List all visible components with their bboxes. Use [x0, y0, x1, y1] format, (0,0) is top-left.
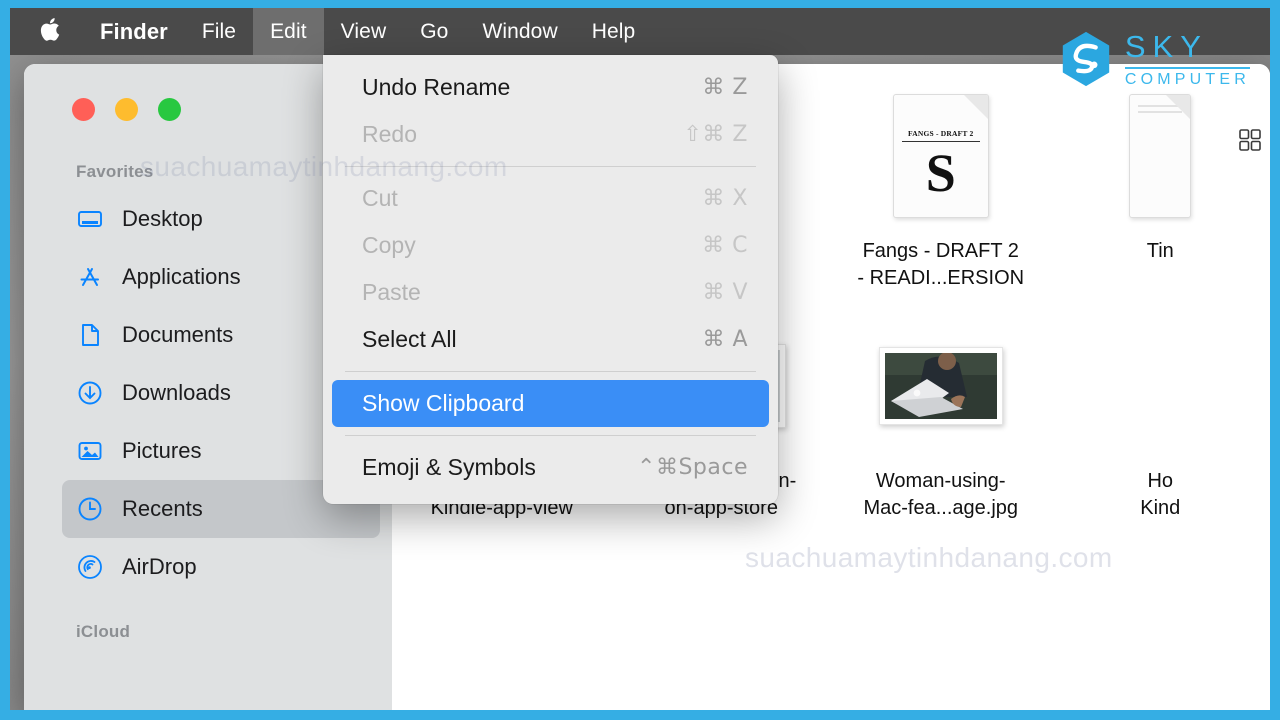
sidebar-item-airdrop[interactable]: AirDrop — [62, 538, 380, 596]
menu-item-label: Redo — [362, 121, 417, 147]
document-icon-fangs: FANGS - DRAFT 2 S — [891, 90, 991, 222]
applications-icon — [76, 263, 104, 291]
photo-partial — [1110, 320, 1210, 452]
menu-item-undo-rename[interactable]: Undo Rename ⌘ Z — [332, 64, 769, 111]
file-label-line1: Tin — [1146, 240, 1174, 262]
file-item[interactable]: FANGS - DRAFT 2 S Fangs - DRAFT 2 - READ… — [831, 76, 1051, 306]
menu-item-label: Copy — [362, 232, 416, 258]
file-item[interactable]: Ho Kind — [1051, 306, 1271, 536]
menubar-item-window[interactable]: Window — [465, 8, 574, 55]
menu-item-label: Paste — [362, 279, 421, 305]
menubar-item-view[interactable]: View — [324, 8, 404, 55]
menu-separator — [345, 166, 756, 167]
menubar-item-edit[interactable]: Edit — [253, 8, 324, 55]
grid-view-icon[interactable] — [1236, 126, 1264, 154]
menu-item-shortcut: ⌃⌘Space — [637, 455, 748, 480]
menubar-item-go[interactable]: Go — [403, 8, 465, 55]
menu-item-shortcut: ⌘ C — [702, 233, 748, 258]
menu-item-shortcut: ⌘ X — [702, 186, 748, 211]
file-item[interactable]: Woman-using- Mac-fea...age.jpg — [831, 306, 1051, 536]
minimize-button[interactable] — [115, 98, 138, 121]
menu-item-shortcut: ⌘ V — [702, 280, 748, 305]
desktop-icon — [76, 205, 104, 233]
sidebar-item-label: Desktop — [122, 206, 203, 231]
menubar-item-file[interactable]: File — [185, 8, 253, 55]
downloads-icon — [76, 379, 104, 407]
file-label-line2: - READI...ERSION — [857, 267, 1025, 289]
sidebar-item-label: Applications — [122, 264, 241, 289]
desktop-background: Favorites Desktop Applications Documents… — [10, 8, 1270, 710]
menu-item-label: Undo Rename — [362, 74, 511, 100]
menu-item-label: Show Clipboard — [362, 390, 525, 416]
file-label-line2: Kind — [1140, 497, 1181, 519]
sidebar-item-label: AirDrop — [122, 554, 197, 579]
file-label-line1: Fangs - DRAFT 2 — [862, 240, 1019, 262]
menu-item-cut: Cut ⌘ X — [332, 175, 769, 222]
menubar-item-finder[interactable]: Finder — [83, 8, 185, 55]
apple-logo-icon[interactable] — [36, 8, 83, 55]
menu-item-emoji-symbols[interactable]: Emoji & Symbols ⌃⌘Space — [332, 444, 769, 491]
menu-item-shortcut: ⌘ A — [702, 327, 748, 352]
file-label-line1: Woman-using- — [875, 470, 1006, 492]
zoom-button[interactable] — [158, 98, 181, 121]
macos-menubar: Finder File Edit View Go Window Help — [10, 8, 1270, 55]
doc-preview-title: FANGS - DRAFT 2 — [908, 129, 974, 138]
menu-item-shortcut: ⌘ Z — [702, 75, 748, 100]
menu-item-select-all[interactable]: Select All ⌘ A — [332, 316, 769, 363]
menubar-item-help[interactable]: Help — [575, 8, 653, 55]
menu-item-shortcut: ⇧⌘ Z — [683, 122, 748, 147]
file-label-line1: Ho — [1147, 470, 1174, 492]
photo-woman-mac — [878, 320, 1003, 452]
sidebar-item-label: Downloads — [122, 380, 231, 405]
menu-item-label: Emoji & Symbols — [362, 454, 536, 480]
file-label-line2: Mac-fea...age.jpg — [863, 497, 1019, 519]
pictures-icon — [76, 437, 104, 465]
close-button[interactable] — [72, 98, 95, 121]
file-item[interactable]: Tin — [1051, 76, 1271, 306]
menu-item-label: Select All — [362, 326, 457, 352]
sidebar-item-label: Documents — [122, 322, 234, 347]
sidebar-section-icloud: iCloud — [76, 622, 131, 641]
menu-item-label: Cut — [362, 185, 398, 211]
doc-preview-glyph: S — [925, 143, 956, 203]
menu-separator — [345, 435, 756, 436]
airdrop-icon — [76, 553, 104, 581]
menu-item-show-clipboard[interactable]: Show Clipboard — [332, 380, 769, 427]
menu-item-copy: Copy ⌘ C — [332, 222, 769, 269]
documents-icon — [76, 321, 104, 349]
sidebar-item-label: Pictures — [122, 438, 202, 463]
sidebar-item-label: Recents — [122, 496, 203, 521]
menu-item-redo: Redo ⇧⌘ Z — [332, 111, 769, 158]
edit-dropdown-menu: Undo Rename ⌘ Z Redo ⇧⌘ Z Cut ⌘ X Copy ⌘… — [323, 55, 778, 504]
recents-clock-icon — [76, 495, 104, 523]
menu-item-paste: Paste ⌘ V — [332, 269, 769, 316]
document-icon-partial — [1110, 90, 1210, 222]
menu-separator — [345, 371, 756, 372]
